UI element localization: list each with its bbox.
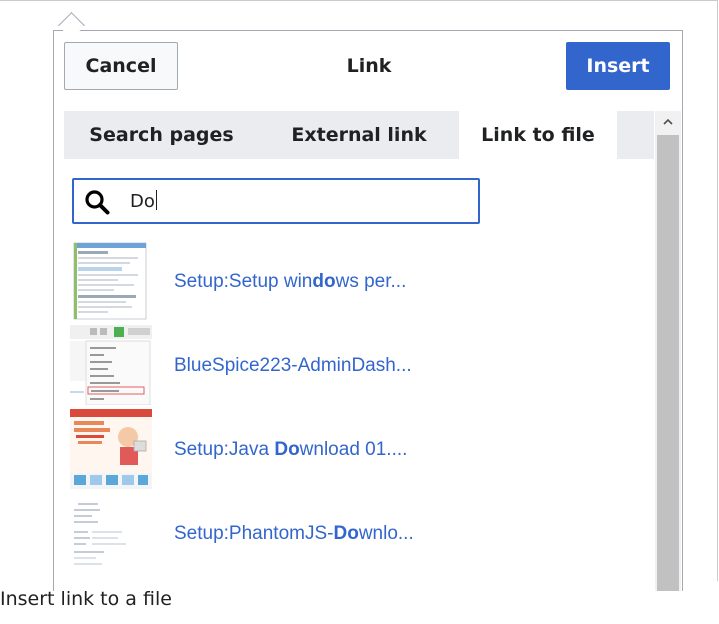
file-thumbnail bbox=[70, 493, 152, 573]
result-link[interactable]: Setup:Setup windows per... bbox=[174, 271, 406, 293]
dialog-header: Cancel Link Insert bbox=[54, 31, 682, 111]
list-item[interactable]: Setup:PhantomJS-Downlo... bbox=[70, 493, 640, 573]
scroll-up-icon[interactable] bbox=[655, 111, 681, 131]
link-dialog: Cancel Link Insert Search pages External… bbox=[53, 30, 683, 591]
result-link[interactable]: BlueSpice223-AdminDash... bbox=[174, 355, 412, 377]
result-link[interactable]: Setup:PhantomJS-Downlo... bbox=[174, 523, 414, 545]
file-thumbnail bbox=[70, 241, 152, 321]
search-input-value: Do bbox=[130, 190, 157, 212]
scrollbar[interactable] bbox=[655, 111, 681, 591]
list-item[interactable]: BlueSpice223-AdminDash... bbox=[70, 325, 640, 405]
tab-link-to-file[interactable]: Link to file bbox=[459, 111, 617, 159]
tab-bar: Search pages External link Link to file bbox=[64, 111, 654, 159]
text-cursor bbox=[155, 190, 157, 210]
list-item[interactable]: Setup:Java Download 01.... bbox=[70, 409, 640, 489]
insert-button[interactable]: Insert bbox=[566, 42, 670, 90]
caption-text: Insert link to a file bbox=[0, 588, 172, 610]
search-icon bbox=[85, 190, 110, 215]
scrollbar-thumb[interactable] bbox=[657, 135, 679, 591]
dialog-title: Link bbox=[346, 55, 392, 77]
file-search-input[interactable]: Do bbox=[72, 178, 480, 224]
cancel-button[interactable]: Cancel bbox=[64, 42, 178, 90]
tab-external-link[interactable]: External link bbox=[264, 111, 454, 159]
list-item[interactable]: Setup:Setup windows per... bbox=[70, 241, 640, 321]
file-thumbnail bbox=[70, 325, 152, 405]
tab-search-pages[interactable]: Search pages bbox=[64, 111, 259, 159]
file-thumbnail bbox=[70, 409, 152, 489]
result-link[interactable]: Setup:Java Download 01.... bbox=[174, 439, 407, 461]
